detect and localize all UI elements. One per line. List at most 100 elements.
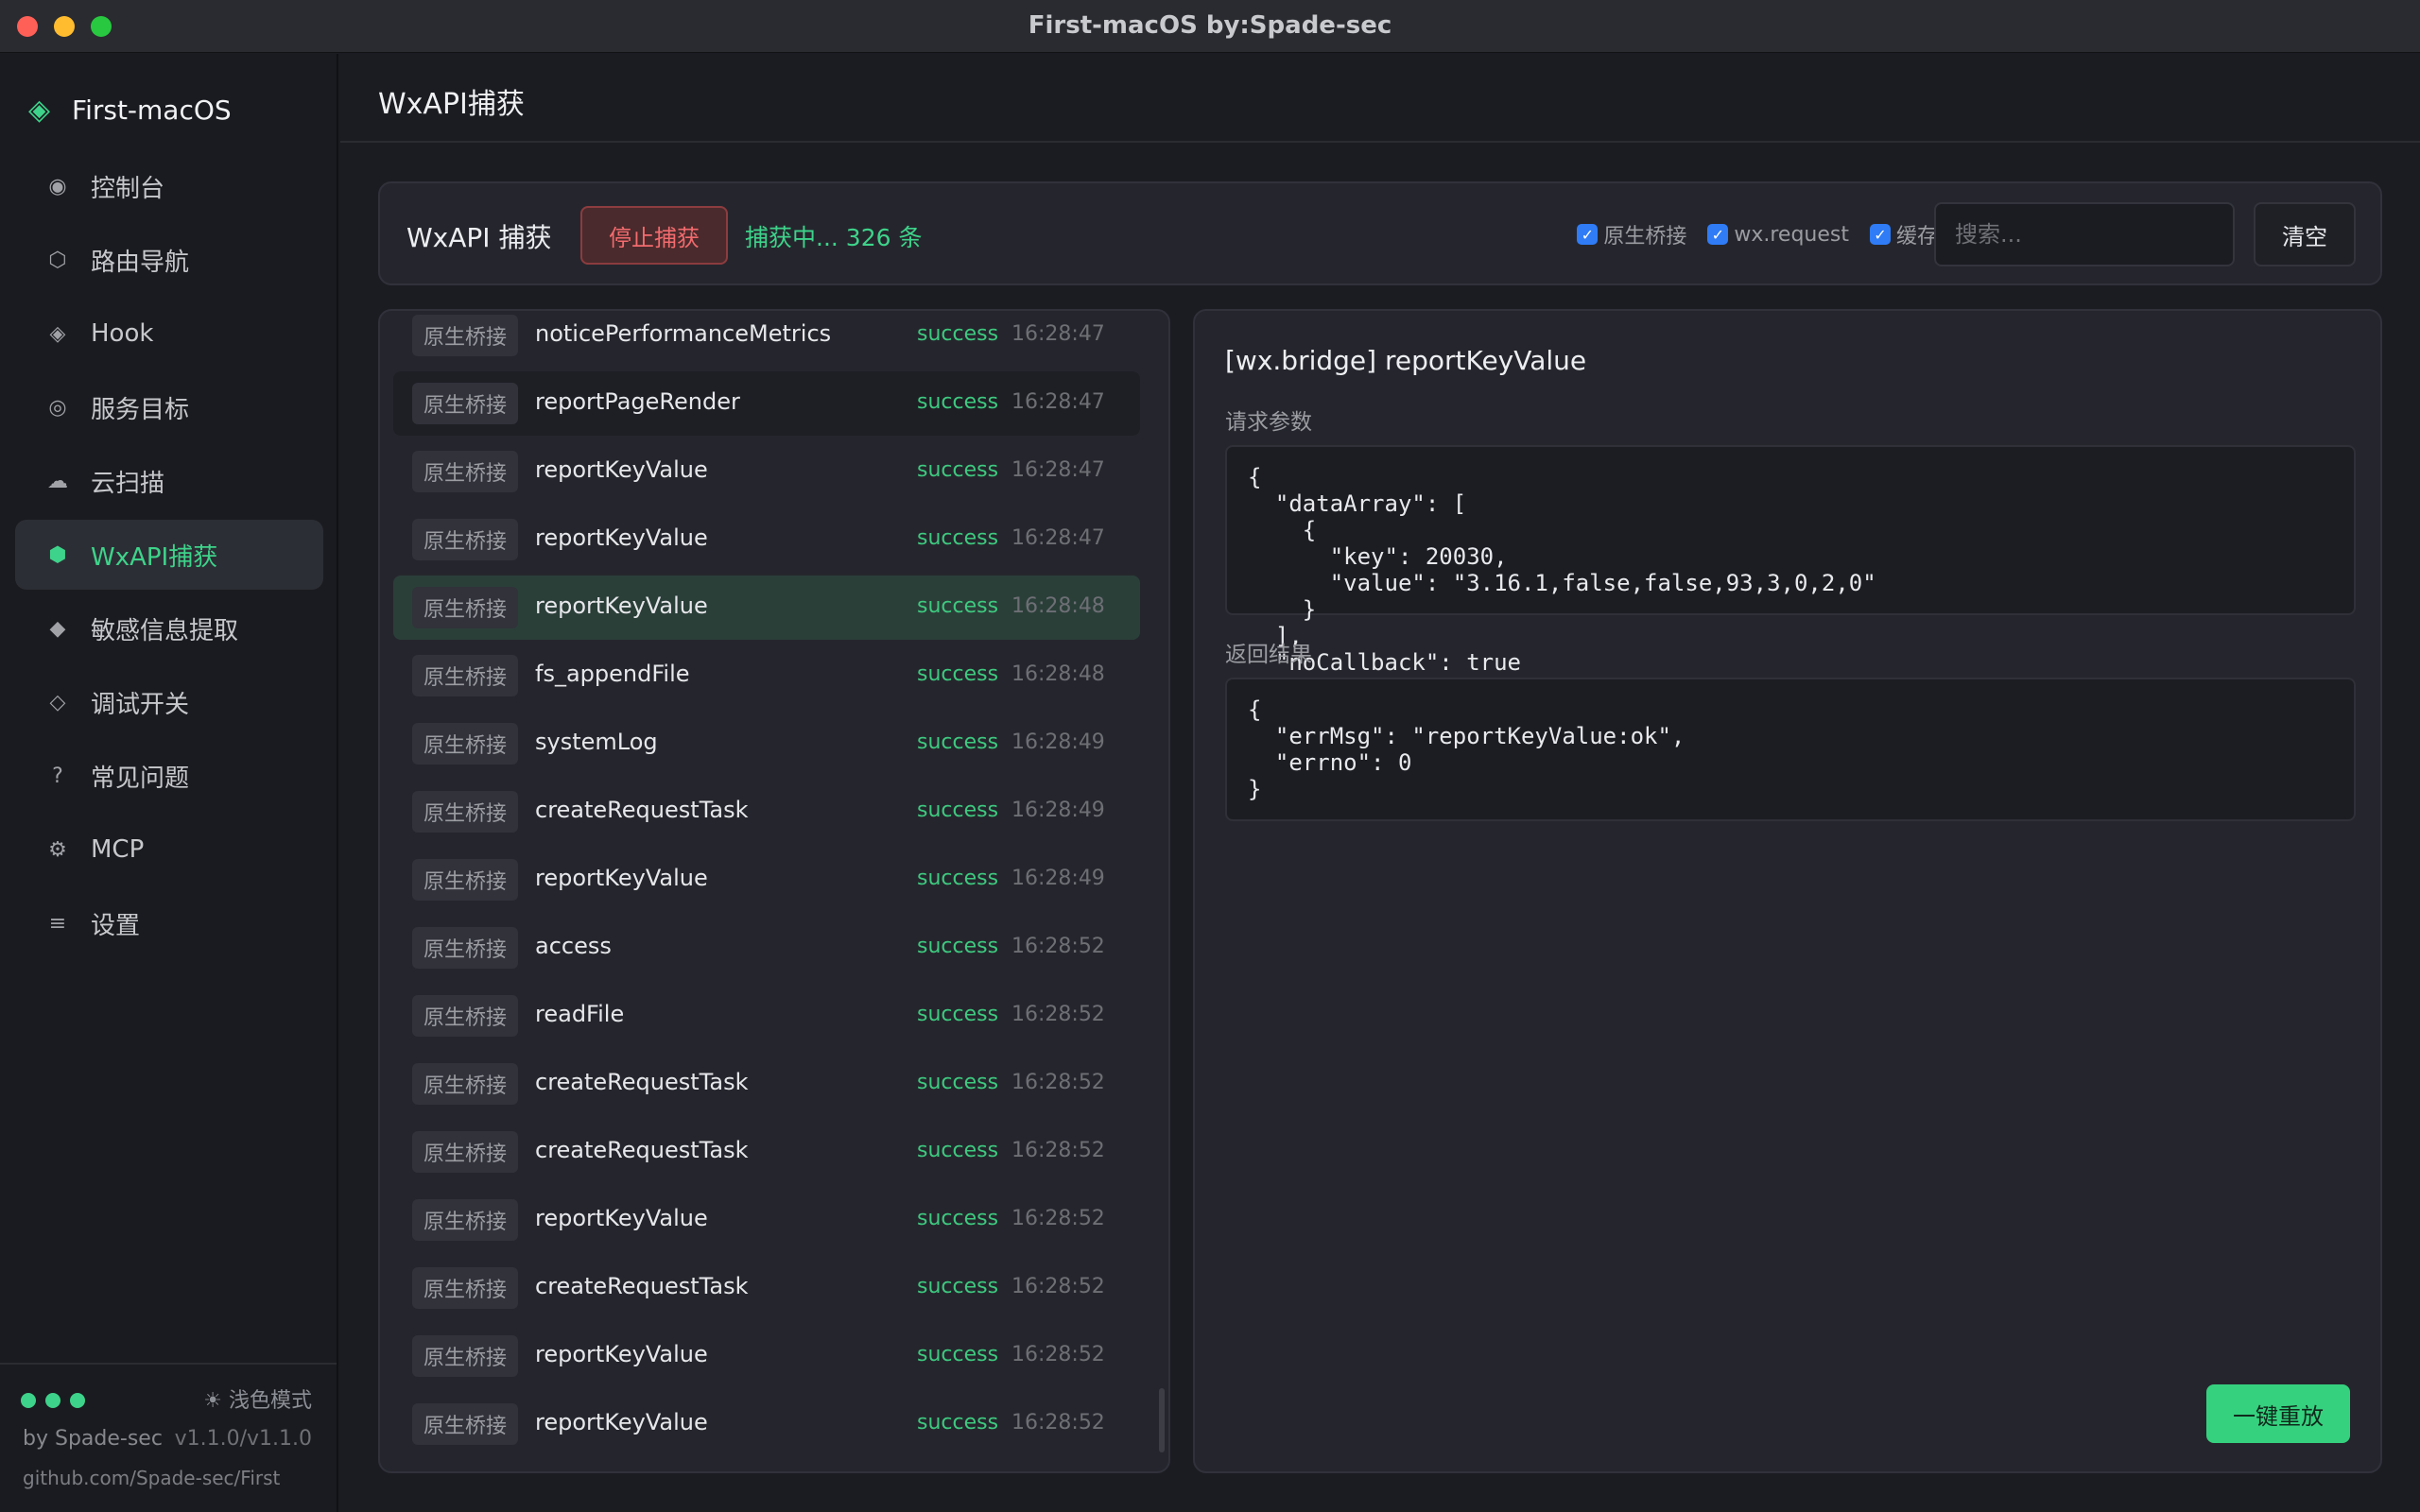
list-item[interactable]: 原生桥接 reportKeyValue success 16:28:52 [393, 1188, 1140, 1252]
list-item[interactable]: 原生桥接 reportPageRender success 16:28:47 [393, 371, 1140, 436]
api-name: reportKeyValue [535, 1341, 708, 1367]
response-label: 返回结果 [1225, 643, 1312, 667]
list-item[interactable]: 原生桥接 reportKeyValue success 16:28:47 [393, 439, 1140, 504]
list-item[interactable]: 原生桥接 createRequestTask success 16:28:52 [393, 1256, 1140, 1320]
status-dots [21, 1393, 85, 1408]
sidebar-item-mcp[interactable]: ⚙ MCP [15, 815, 323, 885]
checkbox-checked-icon[interactable]: ✓ [1577, 224, 1599, 245]
brand: ◈ First-macOS [28, 94, 232, 127]
brand-name: First-macOS [72, 94, 232, 126]
status-dot-icon [21, 1393, 36, 1408]
sidebar-item-debug-switch[interactable]: ◇ 调试开关 [15, 667, 323, 737]
response-box[interactable]: { "errMsg": "reportKeyValue:ok", "errno"… [1225, 678, 2356, 821]
sidebar-item-service-target[interactable]: ◎ 服务目标 [15, 372, 323, 442]
capture-list[interactable]: 原生桥接 noticePerformanceMetrics success 16:28… [378, 309, 1170, 1473]
filter-label: wx.request [1734, 222, 1849, 247]
api-name: reportKeyValue [535, 593, 708, 619]
detail-title: [wx.bridge] reportKeyValue [1225, 345, 1587, 376]
source-tag: 原生桥接 [412, 723, 518, 765]
checkbox-checked-icon[interactable]: ✓ [1869, 224, 1891, 245]
stop-capture-button[interactable]: 停止捕获 [580, 206, 728, 265]
timestamp: 16:28:52 [1011, 1003, 1105, 1026]
sidebar-item-label: WxAPI捕获 [91, 542, 218, 572]
source-tag: 原生桥接 [412, 1063, 518, 1105]
list-item[interactable]: 原生桥接 systemLog success 16:28:49 [393, 712, 1140, 776]
filter-native-bridge[interactable]: ✓ 原生桥接 [1577, 219, 1686, 249]
list-item[interactable]: 原生桥接 reportKeyValue success 16:28:52 [393, 1392, 1140, 1456]
version-text: v1.1.0/v1.1.0 [174, 1427, 312, 1451]
wxapi-capture-icon: ⬢ [48, 542, 67, 567]
author-text: by Spade-sec [23, 1427, 163, 1451]
list-item[interactable]: 原生桥接 createRequestTask success 16:28:52 [393, 1120, 1140, 1184]
api-name: reportKeyValue [535, 1205, 708, 1231]
source-tag: 原生桥接 [412, 1403, 518, 1445]
sidebar-item-console[interactable]: ◉ 控制台 [15, 151, 323, 221]
checkbox-checked-icon[interactable]: ✓ [1707, 224, 1729, 245]
source-tag: 原生桥接 [412, 859, 518, 901]
timestamp: 16:28:52 [1011, 1411, 1105, 1435]
source-tag: 原生桥接 [412, 1199, 518, 1241]
theme-toggle-button[interactable]: ☀ 浅色模式 [203, 1383, 312, 1414]
source-tag: 原生桥接 [412, 451, 518, 492]
request-params-box[interactable]: { "dataArray": [ { "key": 20030, "value"… [1225, 445, 2356, 702]
list-item[interactable]: 原生桥接 reportKeyValue success 16:28:52 [393, 1324, 1140, 1388]
sidebar-item-sensitive-extract[interactable]: ◆ 敏感信息提取 [15, 593, 323, 663]
sidebar-item-route-nav[interactable]: ⬡ 路由导航 [15, 225, 323, 295]
list-item[interactable]: 原生桥接 readFile success 16:28:52 [393, 984, 1140, 1048]
source-tag: 原生桥接 [412, 1267, 518, 1309]
list-item[interactable]: 原生桥接 access success 16:28:52 [393, 916, 1140, 980]
list-item[interactable]: 原生桥接 noticePerformanceMetrics success 16:28… [393, 311, 1140, 368]
filter-label: 原生桥接 [1603, 225, 1687, 249]
list-item[interactable]: 原生桥接 createRequestTask success 16:28:49 [393, 780, 1140, 844]
sidebar-item-faq[interactable]: ? 常见问题 [15, 741, 323, 811]
capture-toolbar: WxAPI 捕获 停止捕获 捕获中... 326 条 ✓ 原生桥接 ✓ wx.r… [378, 181, 2382, 285]
filter-cache[interactable]: ✓ 缓存 [1869, 219, 1938, 249]
status-text: success [917, 390, 999, 414]
replay-button[interactable]: 一键重放 [2206, 1384, 2350, 1443]
timestamp: 16:28:52 [1011, 1343, 1105, 1366]
clear-button[interactable]: 清空 [2254, 202, 2356, 266]
status-text: success [917, 1139, 999, 1162]
debug-switch-icon: ◇ [49, 690, 66, 714]
sidebar-item-cloud-scan[interactable]: ☁ 云扫描 [15, 446, 323, 516]
filter-label: 缓存 [1895, 225, 1938, 249]
timestamp: 16:28:52 [1011, 1275, 1105, 1298]
source-tag: 原生桥接 [412, 791, 518, 833]
list-item[interactable]: 原生桥接 reportKeyValue success 16:28:47 [393, 507, 1140, 572]
settings-icon: ≡ [48, 911, 67, 936]
sidebar-item-label: 设置 [91, 911, 141, 940]
request-params-code: { "dataArray": [ { "key": 20030, "value"… [1248, 464, 1876, 702]
sidebar-item-settings[interactable]: ≡ 设置 [15, 888, 323, 958]
list-item[interactable]: 原生桥接 createRequestTask success 16:28:52 [393, 1052, 1140, 1116]
page-title: WxAPI捕获 [378, 88, 525, 121]
list-item[interactable]: 原生桥接 reportKeyValue success 16:28:49 [393, 848, 1140, 912]
status-dot-icon [45, 1393, 60, 1408]
api-name: systemLog [535, 729, 658, 755]
cloud-scan-icon: ☁ [47, 469, 68, 493]
source-tag: 原生桥接 [412, 1131, 518, 1173]
api-name: createRequestTask [535, 1069, 749, 1095]
status-text: success [917, 662, 999, 686]
sidebar-item-wxapi-capture[interactable]: ⬢ WxAPI捕获 [15, 520, 323, 590]
sidebar-item-label: 服务目标 [91, 395, 190, 424]
status-text: success [917, 1343, 999, 1366]
repo-link[interactable]: github.com/Spade-sec/First [23, 1467, 280, 1489]
sidebar-item-hook[interactable]: ◈ Hook [15, 299, 323, 369]
search-input[interactable] [1934, 202, 2235, 266]
list-item[interactable]: 原生桥接 reportKeyValue success 16:28:48 [393, 576, 1140, 640]
list-scrollbar[interactable] [1159, 1388, 1165, 1452]
list-item[interactable]: 原生桥接 fs_appendFile success 16:28:48 [393, 644, 1140, 708]
service-target-icon: ◎ [48, 395, 67, 420]
response-code: { "errMsg": "reportKeyValue:ok", "errno"… [1248, 696, 1685, 802]
api-name: reportKeyValue [535, 1409, 708, 1435]
sidebar-item-label: 常见问题 [91, 764, 190, 793]
title-bar: First-macOS by:Spade-sec [0, 0, 2420, 53]
status-text: success [917, 730, 999, 754]
page-header: WxAPI捕获 [340, 54, 2420, 143]
timestamp: 16:28:49 [1011, 867, 1105, 890]
filter-wx-request[interactable]: ✓ wx.request [1707, 223, 1849, 247]
status-dot-icon [70, 1393, 85, 1408]
status-text: success [917, 594, 999, 618]
timestamp: 16:28:47 [1011, 390, 1105, 414]
brand-logo-icon: ◈ [28, 94, 51, 127]
